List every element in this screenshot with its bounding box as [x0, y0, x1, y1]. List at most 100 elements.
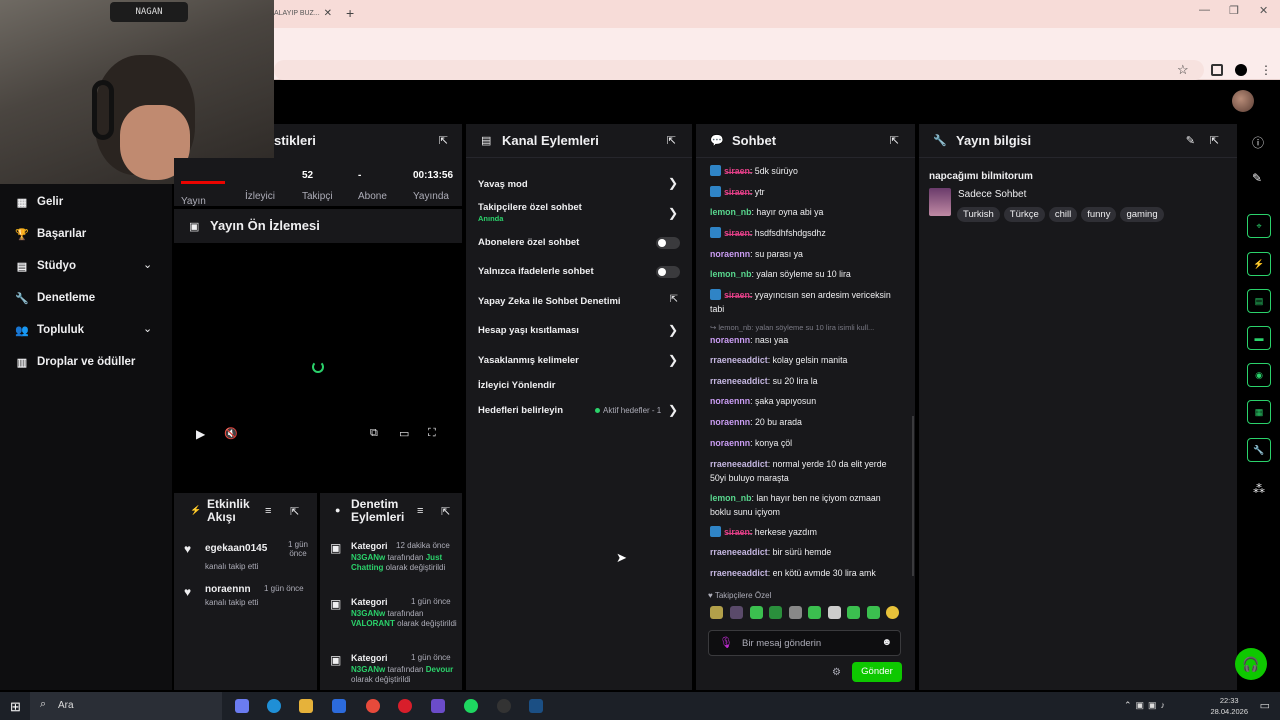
- play-icon[interactable]: ▶: [196, 427, 205, 441]
- tag[interactable]: funny: [1081, 207, 1117, 222]
- chevron-down-icon[interactable]: ⌄: [143, 322, 152, 335]
- discord-icon[interactable]: [431, 699, 445, 713]
- scan-icon[interactable]: ⌖: [1247, 214, 1271, 238]
- chat-user[interactable]: noraennn: [710, 417, 750, 427]
- chat-scrollbar[interactable]: [912, 416, 914, 576]
- emote-icon[interactable]: [828, 606, 841, 619]
- support-icon[interactable]: 🎧: [1235, 648, 1267, 680]
- document-icon[interactable]: ▤: [1247, 289, 1271, 313]
- activity-user[interactable]: noraennn: [205, 584, 251, 595]
- chat-user[interactable]: s̶i̶r̶a̶e̶n̶: [724, 187, 750, 197]
- clock[interactable]: 22:33 28.04.2026: [1210, 695, 1248, 717]
- category-thumbnail[interactable]: [929, 188, 951, 216]
- chat-user[interactable]: noraennn: [710, 249, 750, 259]
- popout-icon[interactable]: ⇱: [667, 134, 676, 147]
- wrench-icon[interactable]: 🔧: [1247, 438, 1271, 462]
- new-tab-button[interactable]: +: [346, 5, 354, 21]
- steam-icon[interactable]: [529, 699, 543, 713]
- chat-icon[interactable]: ▬: [1247, 326, 1271, 350]
- chevron-right-icon[interactable]: ❯: [668, 353, 678, 367]
- chat-user[interactable]: rraeneeaddict: [710, 547, 768, 557]
- mic-icon[interactable]: 🎙: [719, 636, 733, 649]
- emote-icon[interactable]: [769, 606, 782, 619]
- external-link-icon[interactable]: ⇱: [670, 294, 678, 305]
- emote-icon[interactable]: [886, 606, 899, 619]
- activity-user[interactable]: egekaan0145: [205, 543, 267, 554]
- sidebar-item-studyo[interactable]: ▤ Stüdyo: [14, 256, 76, 276]
- bookmark-star-icon[interactable]: ☆: [1177, 62, 1189, 78]
- emote-icon[interactable]: [710, 606, 723, 619]
- mod-user[interactable]: N3GANw: [351, 665, 385, 674]
- chevron-down-icon[interactable]: ⌄: [143, 258, 152, 271]
- action-raid[interactable]: İzleyici Yönlendir: [478, 380, 555, 391]
- tag[interactable]: gaming: [1120, 207, 1164, 222]
- tab-close-icon[interactable]: ✕: [324, 4, 332, 24]
- chat-user[interactable]: s̶i̶r̶a̶e̶n̶: [724, 166, 750, 176]
- lightning-icon[interactable]: ⚡: [1247, 252, 1271, 276]
- popout-icon[interactable]: ⇱: [290, 505, 299, 518]
- subs-only-toggle[interactable]: [656, 237, 680, 249]
- broadcast-icon[interactable]: ◉: [1247, 363, 1271, 387]
- layout-icon[interactable]: ▦: [1247, 400, 1271, 424]
- popout-icon[interactable]: ⇱: [441, 505, 450, 518]
- avatar[interactable]: [1232, 90, 1254, 112]
- edge-icon[interactable]: [267, 699, 281, 713]
- emote-icon[interactable]: [808, 606, 821, 619]
- chevron-right-icon[interactable]: ❯: [668, 323, 678, 337]
- emote-icon[interactable]: [867, 606, 880, 619]
- restore-icon[interactable]: ❐: [1229, 4, 1239, 17]
- chat-user[interactable]: rraeneeaddict: [710, 376, 768, 386]
- send-button[interactable]: Gönder: [852, 662, 902, 682]
- notification-icon[interactable]: ▭: [1260, 699, 1270, 712]
- chat-user[interactable]: s̶i̶r̶a̶e̶n̶: [724, 290, 750, 300]
- edit-icon[interactable]: ✎: [1186, 134, 1195, 147]
- chat-user[interactable]: lemon_nb: [710, 493, 752, 503]
- sidebar-item-droplar[interactable]: ▥ Droplar ve ödüller: [14, 352, 136, 372]
- action-goals[interactable]: Hedefleri belirleyin: [478, 405, 563, 416]
- filter-icon[interactable]: ≡: [265, 505, 271, 517]
- popout-icon[interactable]: ⇱: [890, 134, 899, 147]
- copilot-icon[interactable]: [235, 699, 249, 713]
- emote-icon[interactable]: [730, 606, 743, 619]
- store-icon[interactable]: [332, 699, 346, 713]
- explorer-icon[interactable]: [299, 699, 313, 713]
- chat-user[interactable]: s̶i̶r̶a̶e̶n̶: [724, 228, 750, 238]
- chat-user[interactable]: lemon_nb: [710, 269, 752, 279]
- mod-user[interactable]: N3GANw: [351, 553, 385, 562]
- tag[interactable]: Turkish: [957, 207, 1000, 222]
- chat-user[interactable]: s̶i̶r̶a̶e̶n̶: [724, 527, 750, 537]
- chat-input[interactable]: 🎙 Bir mesaj gönderin ☻: [708, 630, 901, 656]
- emoji-icon[interactable]: ☻: [881, 637, 892, 648]
- chat-user[interactable]: noraennn: [710, 335, 750, 345]
- chevron-right-icon[interactable]: ❯: [668, 206, 678, 220]
- profile-icon[interactable]: [1235, 64, 1247, 76]
- tray-icons[interactable]: ⌃▣▣♪: [1124, 700, 1169, 711]
- browser-tab[interactable]: ALAYIP BUZ... ✕: [274, 4, 338, 26]
- extensions-icon[interactable]: [1211, 64, 1223, 76]
- fullscreen-icon[interactable]: ⛶: [428, 427, 436, 440]
- obs-icon[interactable]: [497, 699, 511, 713]
- address-bar[interactable]: [274, 60, 1204, 80]
- action-banned-words[interactable]: Yasaklanmış kelimeler: [478, 355, 579, 366]
- emote-icon[interactable]: [847, 606, 860, 619]
- tag[interactable]: Türkçe: [1003, 207, 1045, 222]
- pencil-icon[interactable]: ✎: [1252, 171, 1262, 185]
- chat-user[interactable]: noraennn: [710, 438, 750, 448]
- windows-start-icon[interactable]: ⊞: [10, 699, 21, 715]
- emote-icon[interactable]: [750, 606, 763, 619]
- action-account-age[interactable]: Hesap yaşı kısıtlaması: [478, 325, 579, 336]
- sidebar-item-gelir[interactable]: ▦ Gelir: [14, 192, 63, 212]
- emote-only-toggle[interactable]: [656, 266, 680, 278]
- close-window-icon[interactable]: ✕: [1259, 4, 1268, 17]
- spotify-icon[interactable]: [464, 699, 478, 713]
- theater-icon[interactable]: ▭: [399, 427, 409, 440]
- chrome-icon[interactable]: [366, 699, 380, 713]
- pip-icon[interactable]: ⧉: [370, 427, 378, 440]
- action-ai-moderation[interactable]: Yapay Zeka ile Sohbet Denetimi: [478, 296, 621, 307]
- chat-settings-icon[interactable]: ⚙: [832, 667, 841, 678]
- action-followers-only[interactable]: Takipçilere özel sohbet: [478, 202, 582, 213]
- taskbar-search[interactable]: ⌕ Ara: [30, 692, 222, 720]
- opera-icon[interactable]: [398, 699, 412, 713]
- info-icon[interactable]: ⓘ: [1252, 134, 1264, 151]
- filter-icon[interactable]: ≡: [417, 505, 423, 517]
